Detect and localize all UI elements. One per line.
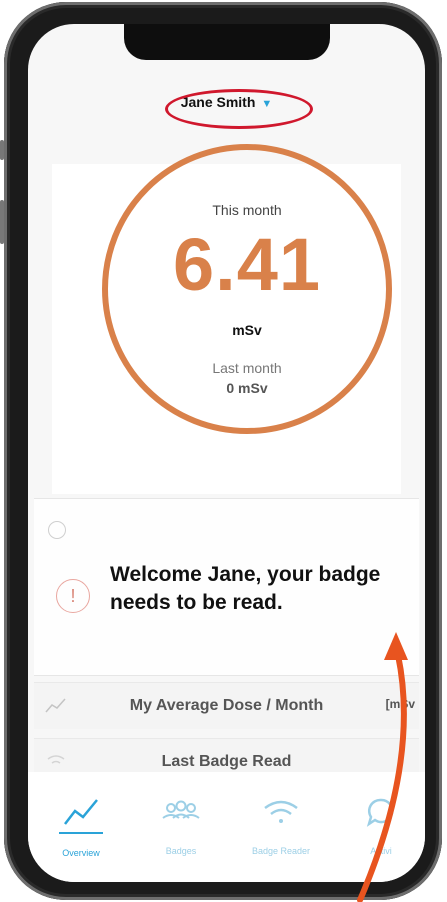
tab-badge-reader[interactable]: Badge Reader: [236, 796, 326, 856]
tab-label: Badges: [165, 846, 197, 856]
phone-notch: [124, 24, 330, 60]
tab-bar: Overview Badges Badge Reader Activi: [28, 772, 425, 882]
dose-ring: This month 6.41 mSv Last month 0 mSv: [102, 144, 392, 434]
dose-value: 6.41: [172, 223, 322, 306]
alert-icon: !: [56, 579, 90, 613]
wifi-icon: [264, 800, 298, 823]
average-dose-label: My Average Dose / Month: [129, 697, 324, 714]
chat-bubble-icon: [366, 798, 394, 827]
message-card[interactable]: ! Welcome Jane, your badge needs to be r…: [34, 498, 419, 676]
chat-bubble-icon: [48, 521, 66, 539]
average-dose-unit: [mSv: [385, 697, 415, 711]
dose-unit: mSv: [232, 322, 262, 338]
tab-badges[interactable]: Badges: [136, 796, 226, 856]
chart-line-icon: [64, 799, 98, 825]
tab-label: Badge Reader: [251, 846, 311, 856]
tab-label: Overview: [62, 848, 100, 858]
annotation-circle: [165, 89, 313, 129]
this-month-label: This month: [212, 202, 282, 218]
last-month-value: 0 mSv: [226, 380, 268, 396]
last-month-label: Last month: [212, 360, 282, 376]
phone-frame: Jane Smith ▼ This month 6.41 mSv Last mon…: [4, 2, 442, 900]
average-dose-row[interactable]: My Average Dose / Month [mSv: [34, 682, 419, 729]
app-screen: Jane Smith ▼ This month 6.41 mSv Last mon…: [28, 24, 425, 882]
tab-activity[interactable]: Activi: [336, 796, 425, 856]
tab-label: Activi: [370, 846, 392, 856]
people-icon: [162, 800, 200, 819]
active-tab-underline: [59, 832, 103, 834]
dose-panel: This month 6.41 mSv Last month 0 mSv: [52, 144, 401, 494]
last-badge-read-label: Last Badge Read: [161, 753, 292, 770]
welcome-message: Welcome Jane, your badge needs to be rea…: [110, 563, 381, 614]
tab-overview[interactable]: Overview: [36, 796, 126, 858]
